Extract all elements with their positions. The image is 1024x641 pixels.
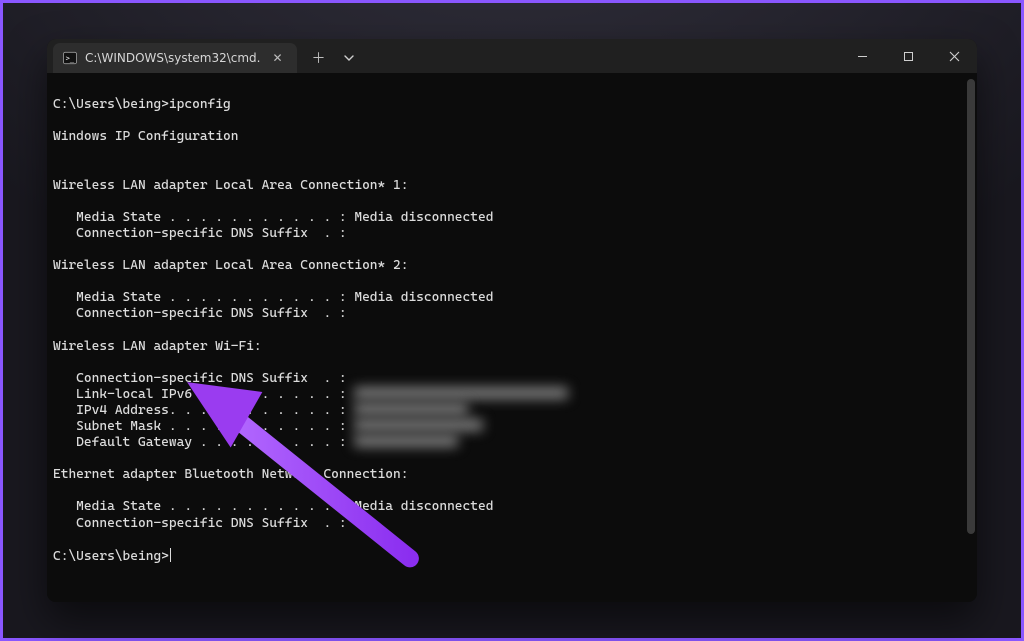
titlebar-drag-area[interactable] [363,39,839,73]
terminal-output: C:\Users\being>ipconfig Windows IP Confi… [53,97,967,565]
minimize-icon [857,51,868,62]
minimize-button[interactable] [839,39,885,73]
adapter-line: Connection-specific DNS Suffix . : [53,516,347,531]
prompt-path: C:\Users\being> [53,549,169,564]
close-button[interactable] [931,39,977,73]
blurred-ipv4-value: XXXXXXXXXXXX [354,403,468,415]
chevron-down-icon [344,53,354,63]
prompt-line: C:\Users\being>ipconfig [53,97,231,112]
svg-text:>_: >_ [66,55,75,63]
cmd-icon: >_ [63,51,77,65]
terminal-body[interactable]: C:\Users\being>ipconfig Windows IP Confi… [47,73,977,602]
prompt-line-2: C:\Users\being> [53,549,171,564]
adapter-line: Default Gateway . . . . . . . . . : [53,435,347,450]
ipconfig-header: Windows IP Configuration [53,129,238,144]
maximize-icon [903,51,914,62]
tab-close-button[interactable]: ✕ [268,50,286,66]
typed-command: ipconfig [169,97,231,112]
blurred-gateway-value: XXXXXXXXXXX [354,435,458,447]
adapter-line: Media State . . . . . . . . . . . : Medi… [53,290,493,305]
tab-cmd[interactable]: >_ C:\WINDOWS\system32\cmd. ✕ [53,43,297,73]
adapter-line: Media State . . . . . . . . . . . : Medi… [53,499,493,514]
adapter-line: Connection-specific DNS Suffix . : [53,371,347,386]
tab-label: C:\WINDOWS\system32\cmd. [85,51,260,65]
blurred-mask-value: XXXXXXXXXXXXXX [354,419,483,431]
screenshot-frame: >_ C:\WINDOWS\system32\cmd. ✕ ＋ [0,0,1024,641]
adapter-title: Wireless LAN adapter Wi-Fi: [53,339,262,354]
tabbar-extra: ＋ [297,39,363,73]
prompt-path: C:\Users\being> [53,97,169,112]
adapter-title: Wireless LAN adapter Local Area Connecti… [53,258,408,273]
adapter-line-ipv4: IPv4 Address. . . . . . . . . . . : [53,403,347,418]
vertical-scrollbar[interactable] [967,79,975,596]
adapter-line: Connection-specific DNS Suffix . : [53,226,347,241]
blurred-ipv6-value: XXXXXXXXXXXXXXXXXXXXXXXX [354,387,568,399]
adapter-line: Subnet Mask . . . . . . . . . . . : [53,419,347,434]
close-icon [949,51,960,62]
adapter-title: Wireless LAN adapter Local Area Connecti… [53,178,408,193]
tab-dropdown-button[interactable] [335,45,363,71]
titlebar: >_ C:\WINDOWS\system32\cmd. ✕ ＋ [47,39,977,73]
new-tab-button[interactable]: ＋ [305,45,333,71]
maximize-button[interactable] [885,39,931,73]
window-controls [839,39,977,73]
text-cursor [170,548,171,562]
scrollbar-thumb[interactable] [967,79,975,534]
adapter-line: Link-local IPv6 Address . . . . . : [53,387,347,402]
adapter-line: Media State . . . . . . . . . . . : Medi… [53,210,493,225]
adapter-line: Connection-specific DNS Suffix . : [53,306,347,321]
adapter-title: Ethernet adapter Bluetooth Network Conne… [53,467,408,482]
terminal-window: >_ C:\WINDOWS\system32\cmd. ✕ ＋ [47,39,977,602]
